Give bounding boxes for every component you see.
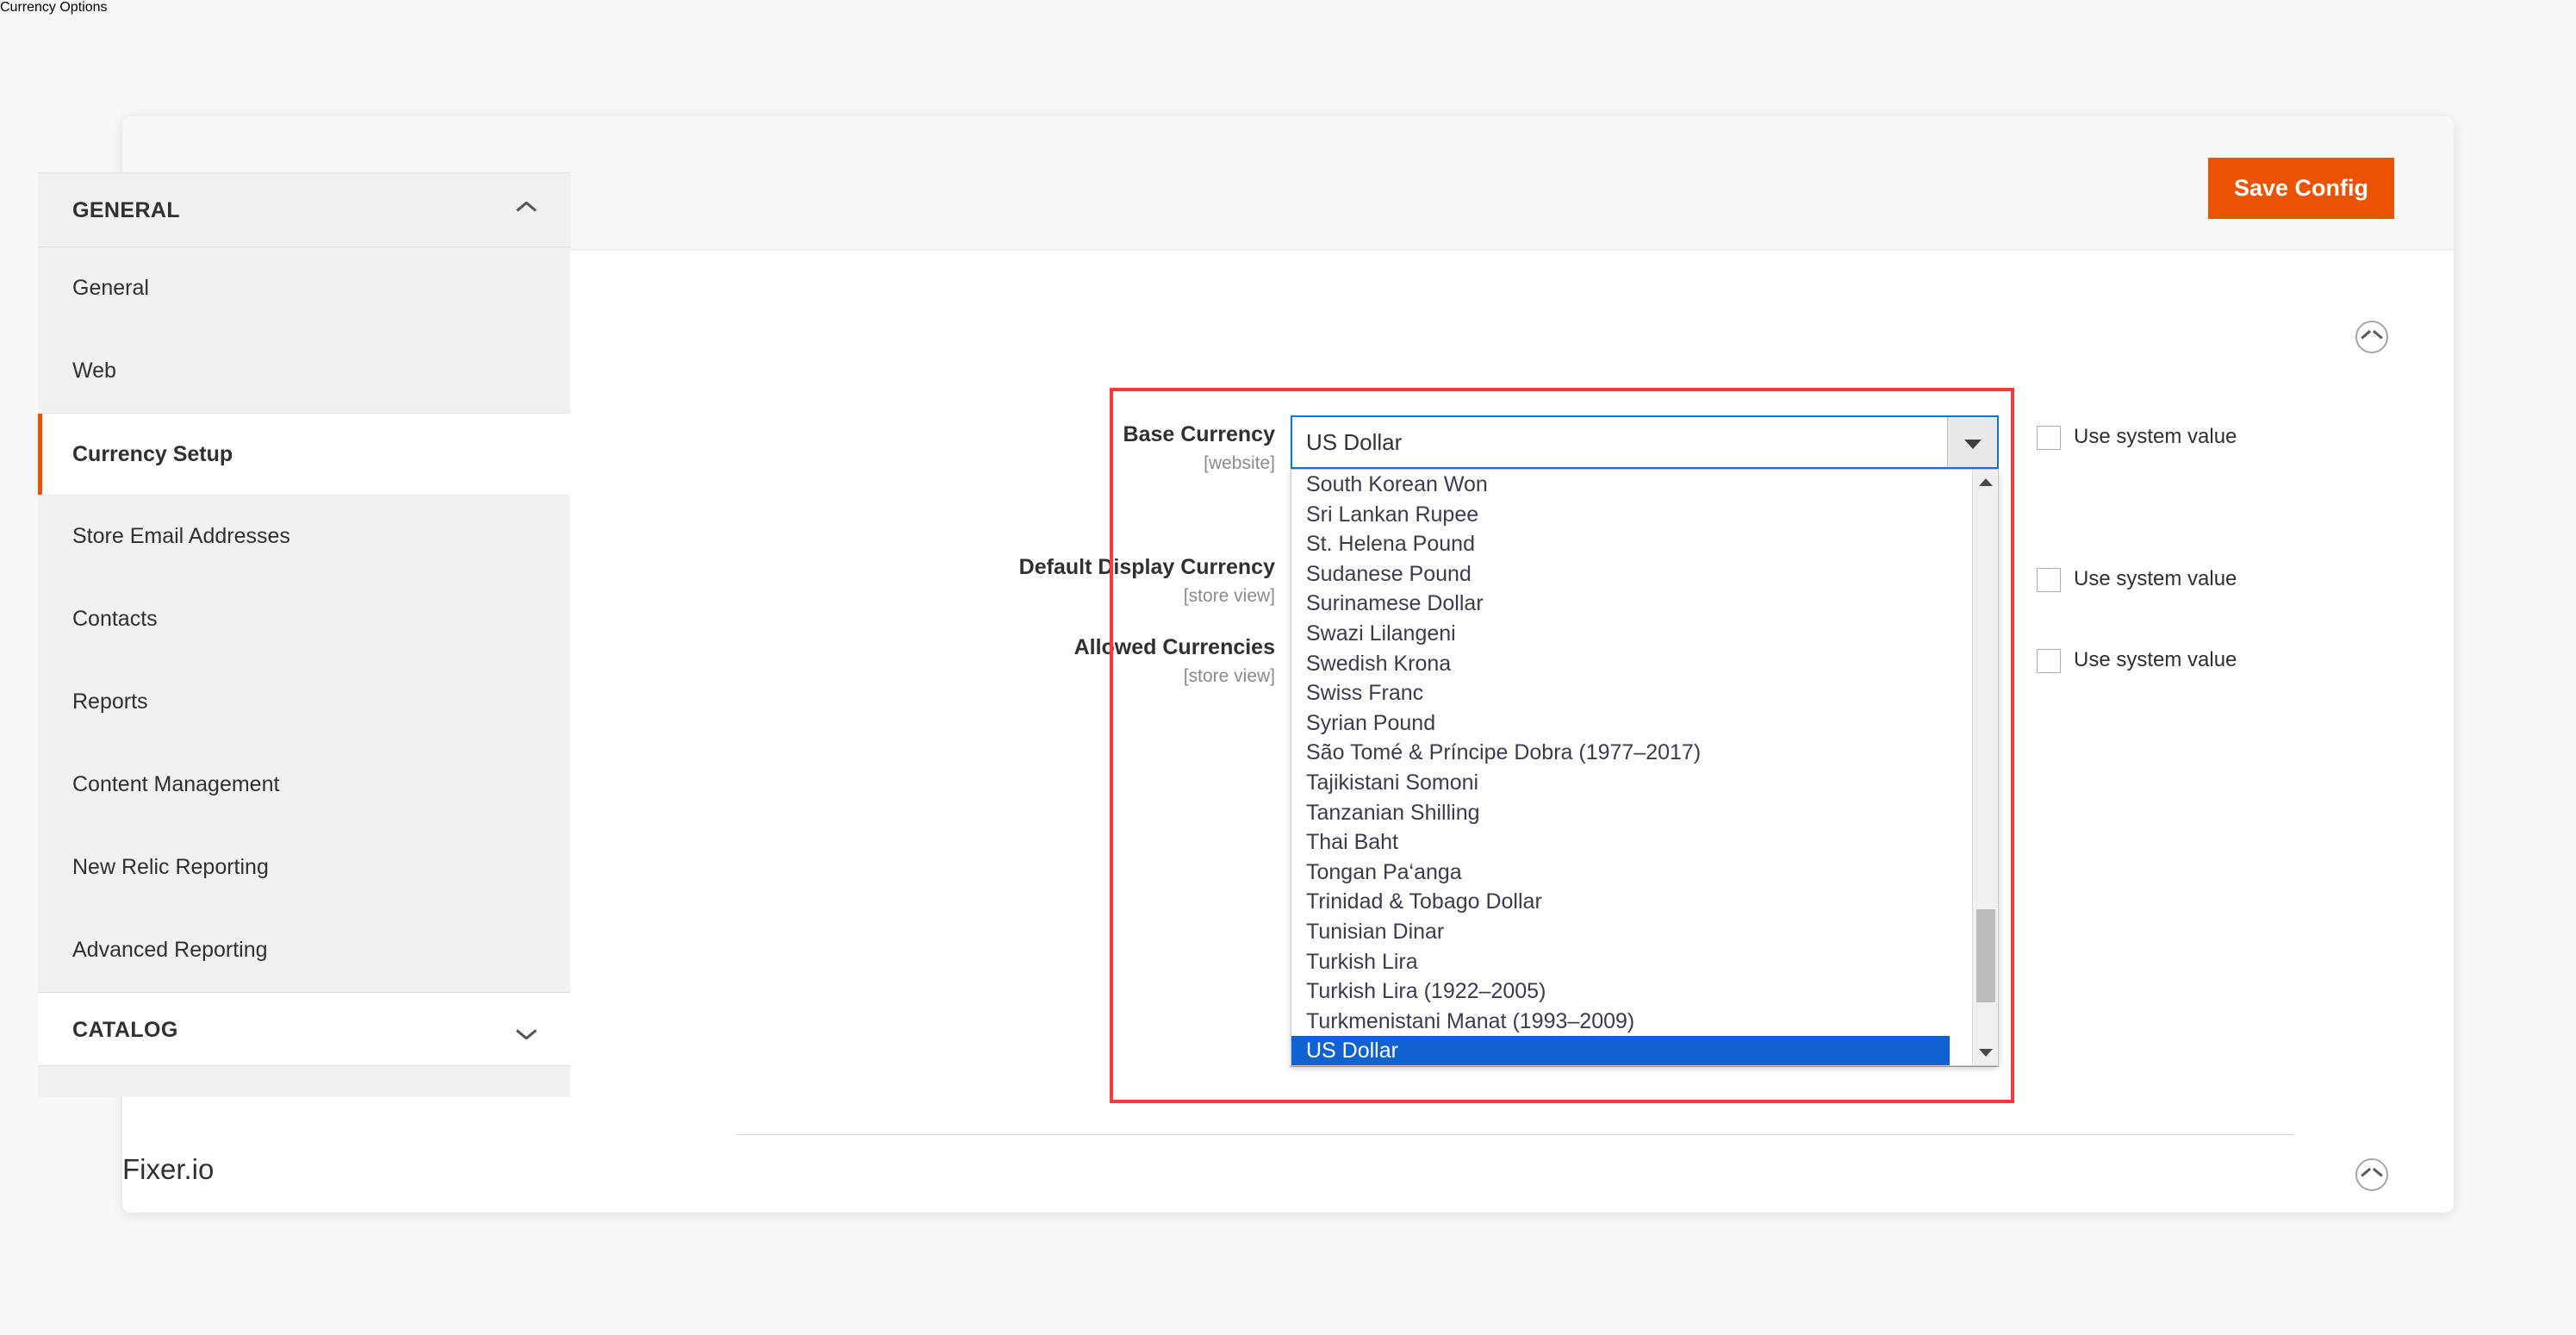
- option-item[interactable]: Syrian Pound: [1291, 708, 1950, 739]
- sidebar-item-reports[interactable]: Reports: [38, 661, 570, 744]
- circle-chevron-up-icon[interactable]: [2355, 321, 2388, 353]
- option-item[interactable]: Sri Lankan Rupee: [1291, 500, 1950, 530]
- sidebar-item-label: Content Management: [72, 772, 280, 796]
- sidebar-item-content-management[interactable]: Content Management: [38, 744, 570, 827]
- field-scope-base-currency: [website]: [1204, 453, 1275, 473]
- sidebar-group-label: GENERAL: [72, 198, 181, 222]
- option-item[interactable]: Surinamese Dollar: [1291, 589, 1950, 619]
- sidebar-item-label: Reports: [72, 689, 148, 714]
- scroll-down-arrow-icon[interactable]: [1973, 1039, 1998, 1065]
- page-title: Currency Options: [0, 0, 108, 15]
- use-system-value-label: Use system value: [2074, 648, 2237, 671]
- section-title-fixer-io: Fixer.io: [122, 1153, 215, 1185]
- chevron-up-icon: [516, 201, 537, 216]
- config-sidebar: GENERAL General Web Currency Setup Store…: [38, 172, 570, 1097]
- sidebar-item-advanced-reporting[interactable]: Advanced Reporting: [38, 909, 570, 992]
- option-item[interactable]: Tongan Pa‘anga: [1291, 858, 1950, 888]
- sidebar-item-label: Web: [72, 359, 116, 383]
- circle-chevron-up-icon[interactable]: [2355, 1158, 2388, 1191]
- sidebar-item-new-relic-reporting[interactable]: New Relic Reporting: [38, 827, 570, 909]
- option-item[interactable]: Swazi Lilangeni: [1291, 619, 1950, 649]
- sidebar-group-catalog[interactable]: CATALOG: [38, 992, 570, 1066]
- sidebar-item-contacts[interactable]: Contacts: [38, 578, 570, 661]
- section-divider: [736, 1134, 2293, 1135]
- field-scope-default-display-currency: [store view]: [1183, 586, 1275, 606]
- option-item[interactable]: Trinidad & Tobago Dollar: [1291, 887, 1950, 917]
- option-item[interactable]: Turkmenistani Manat (1993–2009): [1291, 1007, 1950, 1037]
- option-item[interactable]: Thai Baht: [1291, 827, 1950, 858]
- use-system-value-checkbox-allowed-currencies[interactable]: [2037, 649, 2061, 673]
- base-currency-select[interactable]: US Dollar: [1291, 415, 1999, 469]
- option-item[interactable]: São Tomé & Príncipe Dobra (1977–2017): [1291, 738, 1950, 768]
- option-item[interactable]: Tunisian Dinar: [1291, 917, 1950, 947]
- use-system-value-checkbox-base-currency[interactable]: [2037, 426, 2061, 450]
- save-config-button[interactable]: Save Config: [2208, 158, 2394, 219]
- use-system-value-label: Use system value: [2074, 425, 2237, 448]
- use-system-value-label: Use system value: [2074, 567, 2237, 590]
- option-item[interactable]: Tajikistani Somoni: [1291, 768, 1950, 798]
- option-list-scrollbar[interactable]: [1972, 470, 1998, 1065]
- option-item[interactable]: St. Helena Pound: [1291, 529, 1950, 559]
- sidebar-item-label: Store Email Addresses: [72, 524, 290, 548]
- dropdown-toggle-button[interactable]: [1947, 417, 1997, 467]
- sidebar-item-currency-setup[interactable]: Currency Setup: [38, 413, 570, 496]
- chevron-down-icon: [516, 1024, 537, 1039]
- field-label-base-currency: Base Currency: [1123, 422, 1275, 446]
- option-item[interactable]: US Dollar: [1291, 1036, 1950, 1065]
- triangle-down-icon: [1964, 440, 1982, 449]
- use-system-value-checkbox-default-display-currency[interactable]: [2037, 568, 2061, 592]
- option-item[interactable]: Swiss Franc: [1291, 678, 1950, 708]
- sidebar-group-label: CATALOG: [72, 1018, 178, 1042]
- sidebar-item-store-email-addresses[interactable]: Store Email Addresses: [38, 496, 570, 578]
- field-label-default-display-currency: Default Display Currency: [1018, 555, 1275, 579]
- sidebar-group-general[interactable]: GENERAL: [38, 173, 570, 247]
- option-item[interactable]: Swedish Krona: [1291, 649, 1950, 679]
- sidebar-item-label: New Relic Reporting: [72, 855, 269, 879]
- sidebar-item-label: Currency Setup: [72, 442, 233, 466]
- sidebar-item-label: General: [72, 276, 149, 300]
- option-item[interactable]: Turkish Lira: [1291, 947, 1950, 977]
- field-scope-allowed-currencies: [store view]: [1183, 666, 1275, 686]
- sidebar-item-label: Advanced Reporting: [72, 938, 268, 962]
- scroll-up-arrow-icon[interactable]: [1973, 470, 1998, 496]
- sidebar-item-general[interactable]: General: [38, 247, 570, 330]
- option-items-container: South Korean Won Sri Lankan Rupee St. Hele…: [1291, 470, 1950, 1065]
- option-item[interactable]: Sudanese Pound: [1291, 559, 1950, 590]
- base-currency-select-value: US Dollar: [1306, 429, 1403, 455]
- option-item[interactable]: South Korean Won: [1291, 470, 1950, 500]
- field-label-allowed-currencies: Allowed Currencies: [1073, 635, 1275, 659]
- option-item[interactable]: Turkish Lira (1922–2005): [1291, 976, 1950, 1007]
- sidebar-item-label: Contacts: [72, 607, 158, 631]
- scrollbar-thumb[interactable]: [1976, 909, 1995, 1002]
- sidebar-item-web[interactable]: Web: [38, 330, 570, 413]
- base-currency-option-list[interactable]: South Korean Won Sri Lankan Rupee St. Hele…: [1291, 469, 1999, 1066]
- option-item[interactable]: Tanzanian Shilling: [1291, 798, 1950, 828]
